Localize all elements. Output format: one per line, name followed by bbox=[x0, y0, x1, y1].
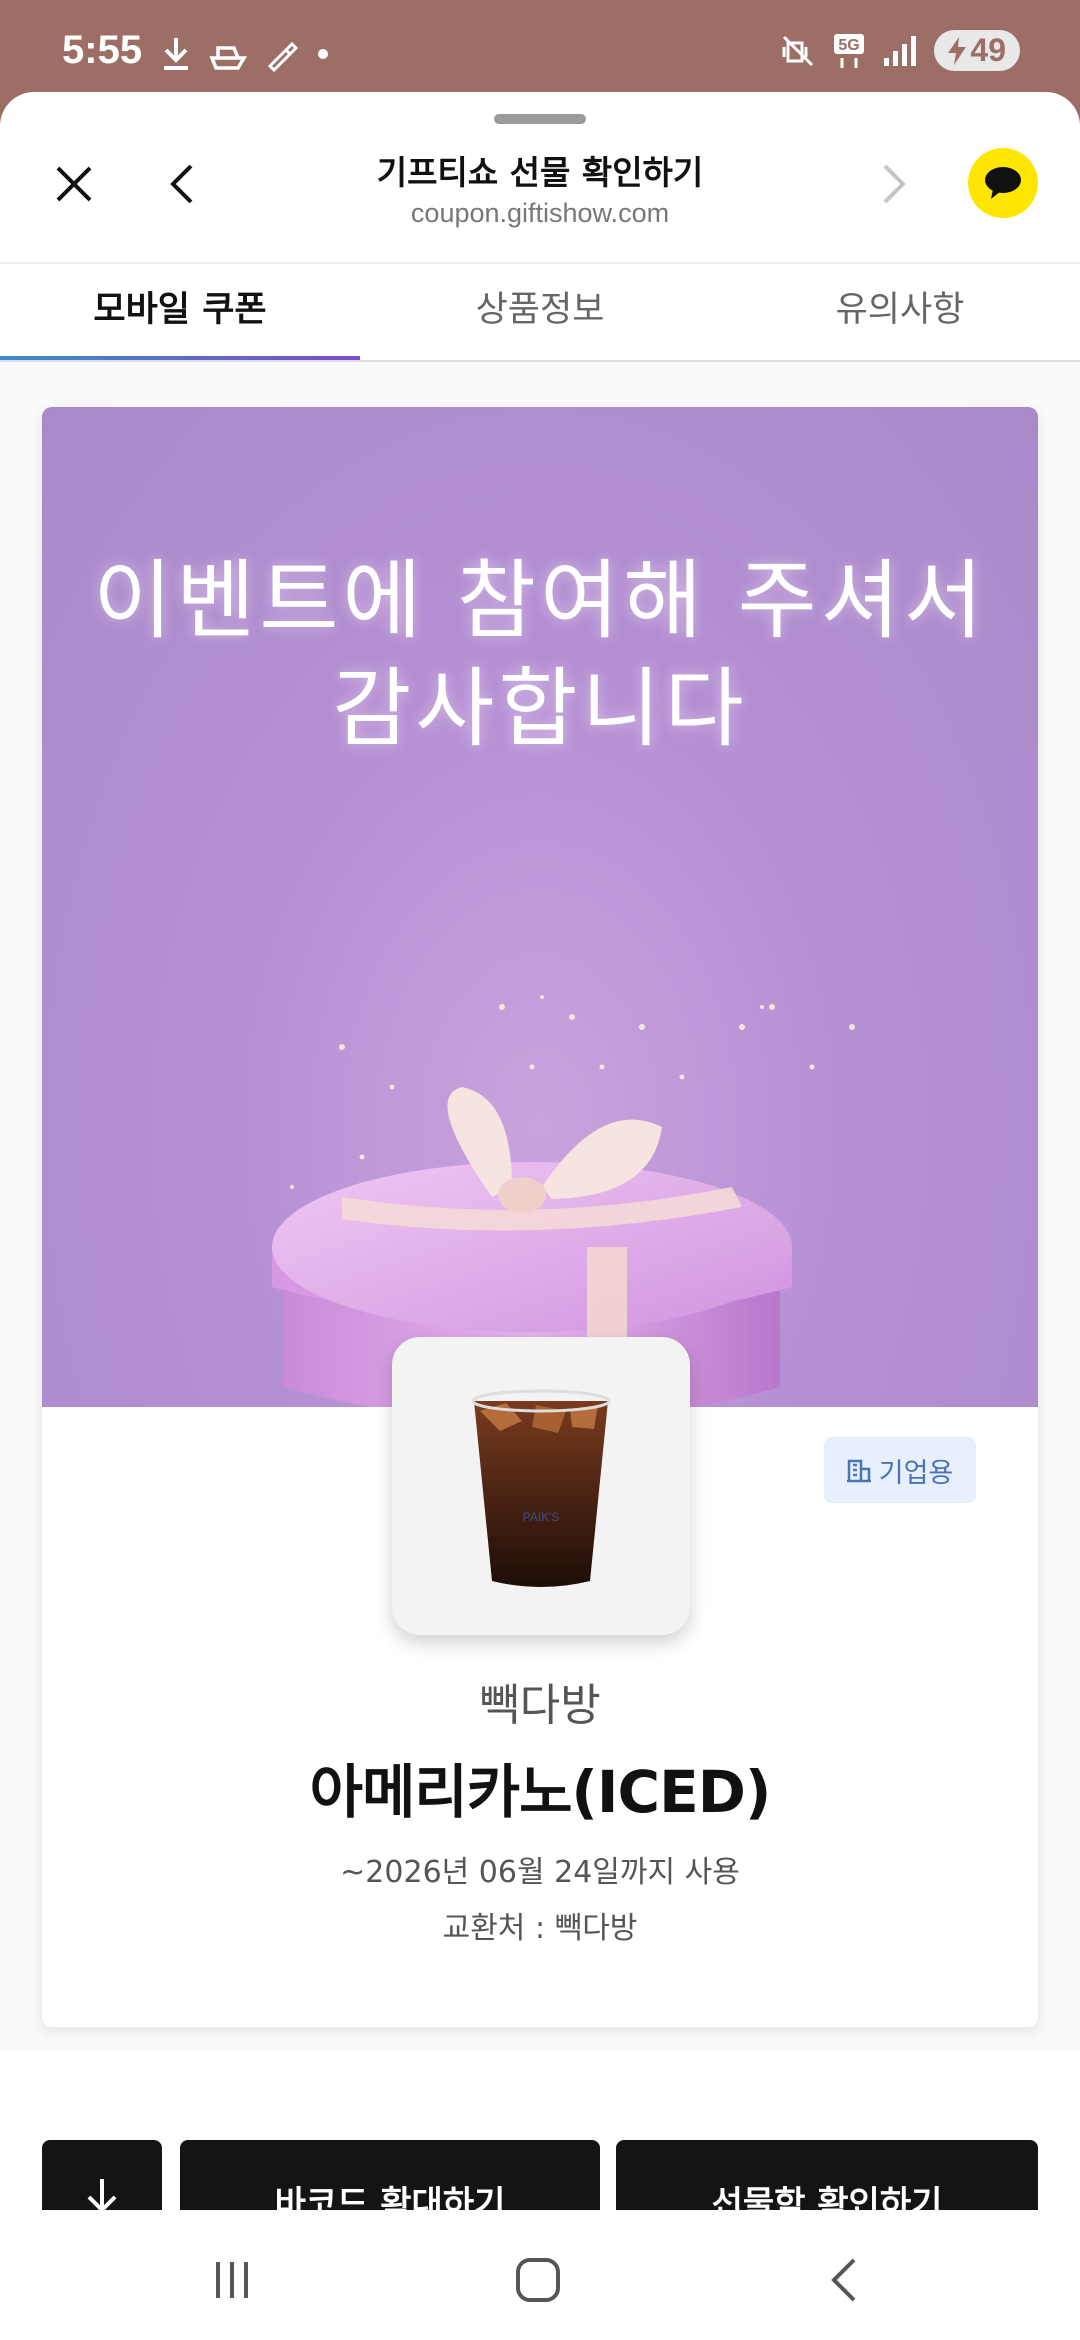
corporate-badge: 기업용 bbox=[824, 1437, 976, 1503]
home-button[interactable] bbox=[508, 2250, 568, 2310]
svg-text:PAIK'S: PAIK'S bbox=[523, 1510, 560, 1524]
back-icon bbox=[831, 2258, 856, 2302]
vibrate-mute-icon bbox=[782, 35, 814, 66]
battery-level: 49 bbox=[970, 32, 1006, 68]
banner-line-1: 이벤트에 참여해 주셔서 bbox=[93, 551, 987, 651]
dot-icon bbox=[318, 49, 328, 59]
signal-icon bbox=[884, 35, 917, 66]
pencil-ruler-icon bbox=[267, 41, 299, 72]
download-icon bbox=[164, 38, 188, 70]
system-back-button[interactable] bbox=[814, 2250, 874, 2310]
recent-apps-button[interactable] bbox=[202, 2250, 262, 2310]
gift-box-illustration bbox=[272, 995, 855, 1407]
coupon-card: 이벤트에 참여해 주셔서 감사합니다 PAIK'S 기업용 빽다방 아메리카노(… bbox=[42, 407, 1038, 2027]
expiry-date: ~2026년 06월 24일까지 사용 bbox=[340, 1855, 740, 1890]
battery-indicator: 49 bbox=[934, 30, 1020, 71]
status-bar: 5:55 5G 49 bbox=[0, 0, 1080, 100]
product-image: PAIK'S bbox=[392, 1337, 690, 1635]
event-banner: 이벤트에 참여해 주셔서 감사합니다 bbox=[42, 407, 1038, 1407]
header: 기프티쇼 선물 확인하기 coupon.giftishow.com bbox=[0, 132, 1080, 252]
chevron-right-icon bbox=[883, 164, 906, 204]
home-icon bbox=[516, 2258, 560, 2302]
kakao-talk-icon bbox=[985, 167, 1021, 199]
tab-notice[interactable]: 유의사항 bbox=[720, 264, 1080, 362]
corporate-badge-label: 기업용 bbox=[878, 1457, 954, 1489]
status-time: 5:55 bbox=[62, 28, 143, 72]
recent-apps-icon bbox=[216, 2262, 248, 2298]
tab-mobile-coupon[interactable]: 모바일 쿠폰 bbox=[0, 264, 360, 362]
5g-icon: 5G bbox=[834, 33, 865, 68]
charging-icon bbox=[948, 36, 967, 65]
iced-americano-image: PAIK'S bbox=[471, 1389, 611, 1587]
brand-name: 빽다방 bbox=[479, 1680, 601, 1731]
ship-icon bbox=[209, 46, 248, 70]
banner-message: 이벤트에 참여해 주셔서 감사합니다 bbox=[42, 547, 1038, 763]
building-icon bbox=[846, 1459, 871, 1483]
tab-product-info[interactable]: 상품정보 bbox=[360, 264, 720, 362]
exchange-location: 교환처 : 빽다방 bbox=[442, 1911, 638, 1946]
kakao-share-button[interactable] bbox=[968, 148, 1038, 218]
status-left-icons bbox=[160, 36, 330, 72]
status-right-icons: 5G 49 bbox=[780, 30, 1020, 71]
tab-bar: 모바일 쿠폰 상품정보 유의사항 bbox=[0, 264, 1080, 362]
svg-text:5G: 5G bbox=[839, 37, 860, 54]
banner-line-2: 감사합니다 bbox=[332, 659, 748, 759]
system-nav-bar bbox=[0, 2210, 1080, 2340]
webview-sheet: 기프티쇼 선물 확인하기 coupon.giftishow.com 모바일 쿠폰… bbox=[0, 92, 1080, 2340]
product-name: 아메리카노(ICED) bbox=[309, 1758, 772, 1826]
drag-handle[interactable] bbox=[494, 114, 586, 124]
forward-button[interactable] bbox=[864, 154, 924, 214]
coupon-content: 이벤트에 참여해 주셔서 감사합니다 PAIK'S 기업용 빽다방 아메리카노(… bbox=[0, 362, 1080, 2152]
